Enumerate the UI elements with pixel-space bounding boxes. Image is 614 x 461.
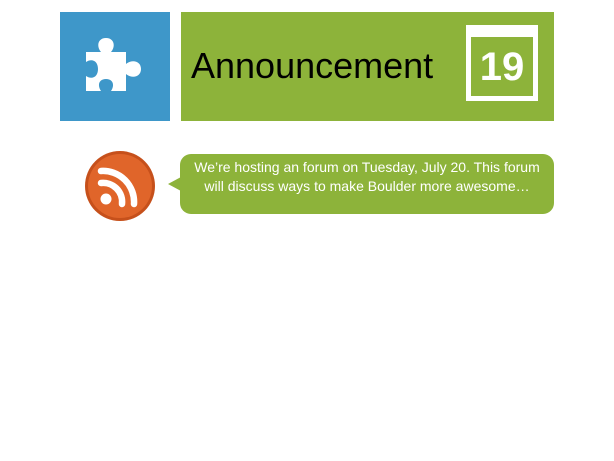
calendar-face: 19 [471,37,533,96]
announcement-slide: Announcement 19 We’re hosting an forum o… [0,0,614,461]
announcement-text: We’re hosting an forum on Tuesday, July … [194,159,540,194]
page-title: Announcement [191,45,434,86]
puzzle-piece-icon [86,38,141,91]
calendar-day-number: 19 [479,45,525,89]
rss-feed-icon[interactable] [84,150,156,222]
title-bar: Announcement 19 [181,12,554,121]
puzzle-tile [60,12,170,121]
announcement-bubble: We’re hosting an forum on Tuesday, July … [180,154,554,214]
calendar-icon: 19 [466,25,538,101]
